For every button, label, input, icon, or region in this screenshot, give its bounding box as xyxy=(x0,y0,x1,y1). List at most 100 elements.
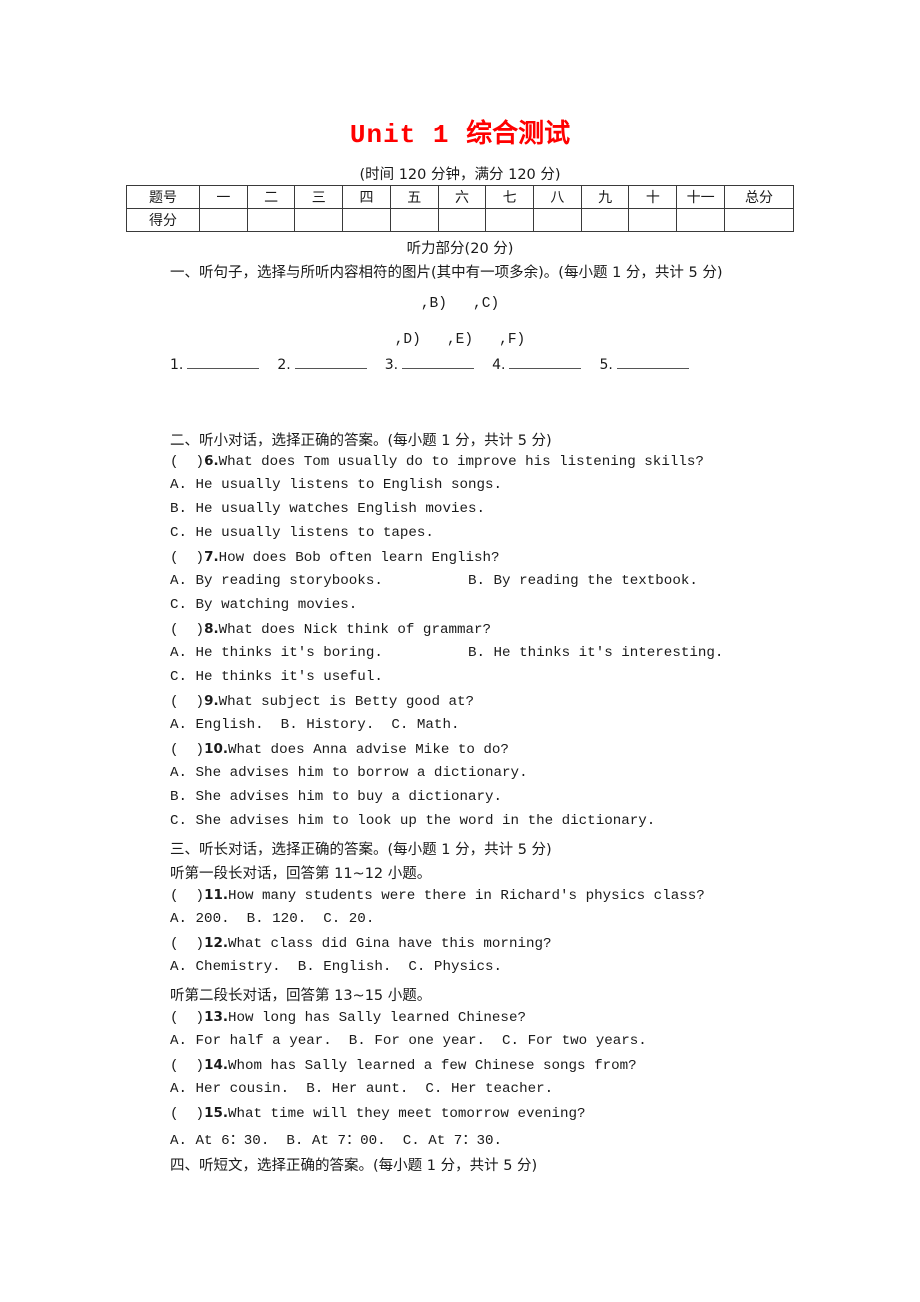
score-table-col-10: 十 xyxy=(628,185,678,209)
score-cell-9[interactable] xyxy=(580,208,630,232)
question-6-text: What does Tom usually do to improve his … xyxy=(218,454,704,470)
score-cell-7[interactable] xyxy=(485,208,535,232)
question-9-marker[interactable]: ( ) xyxy=(170,694,204,710)
question-9-stem: ( )9.What subject is Betty good at? xyxy=(170,693,474,710)
score-table-col-7: 七 xyxy=(485,185,535,209)
question-6-option-c[interactable]: C. He usually listens to tapes. xyxy=(170,525,434,541)
score-table-col-9: 九 xyxy=(580,185,630,209)
question-9-number: 9. xyxy=(204,693,219,709)
answer-blank-line-5[interactable] xyxy=(616,355,689,369)
score-table-row-label-2: 得分 xyxy=(126,208,200,232)
question-14-marker[interactable]: ( ) xyxy=(170,1058,204,1074)
question-8-option-c[interactable]: C. He thinks it's useful. xyxy=(170,669,383,685)
question-11-options[interactable]: A. 200. B. 120. C. 20. xyxy=(170,911,374,927)
question-15-text: What time will they meet tomorrow evenin… xyxy=(227,1106,586,1122)
question-10-text: What does Anna advise Mike to do? xyxy=(227,742,509,758)
question-12-text: What class did Gina have this morning? xyxy=(227,936,552,952)
question-15-stem: ( )15.What time will they meet tomorrow … xyxy=(170,1105,586,1122)
answer-blank-5[interactable]: 5. xyxy=(599,355,706,374)
question-8-option-ab[interactable]: A. He thinks it's boring. B. He thinks i… xyxy=(170,645,723,661)
page-title: Unit 1 综合测试 xyxy=(0,113,920,150)
score-cell-1[interactable] xyxy=(199,208,248,232)
question-11-marker[interactable]: ( ) xyxy=(170,888,204,904)
question-8-marker[interactable]: ( ) xyxy=(170,622,204,638)
question-7-number: 7. xyxy=(204,549,219,565)
answer-blank-line-2[interactable] xyxy=(294,355,367,369)
section-3-subheading-2: 听第二段长对话，回答第 13~15 小题。 xyxy=(170,988,432,1004)
question-13-marker[interactable]: ( ) xyxy=(170,1010,204,1026)
section-1-heading: 一、听句子，选择与所听内容相符的图片(其中有一项多余)。(每小题 1 分，共计 … xyxy=(170,265,723,281)
answer-blank-number-1: 1. xyxy=(170,357,184,373)
question-13-text: How long has Sally learned Chinese? xyxy=(227,1010,526,1026)
question-12-options[interactable]: A. Chemistry. B. English. C. Physics. xyxy=(170,959,502,975)
score-table-col-4: 四 xyxy=(342,185,391,209)
question-6-option-b[interactable]: B. He usually watches English movies. xyxy=(170,501,485,517)
question-7-option-c[interactable]: C. By watching movies. xyxy=(170,597,357,613)
score-table-col-1: 一 xyxy=(199,185,248,209)
section-3-subheading-1: 听第一段长对话，回答第 11~12 小题。 xyxy=(170,866,432,882)
section-2-heading: 二、听小对话，选择正确的答案。(每小题 1 分，共计 5 分) xyxy=(170,433,552,449)
score-cell-8[interactable] xyxy=(533,208,582,232)
question-10-option-a[interactable]: A. She advises him to borrow a dictionar… xyxy=(170,765,528,781)
question-7-stem: ( )7.How does Bob often learn English? xyxy=(170,549,500,566)
answer-blank-line-4[interactable] xyxy=(509,355,582,369)
question-9-text: What subject is Betty good at? xyxy=(218,694,475,710)
answer-blank-2[interactable]: 2. xyxy=(277,355,384,374)
page-title-en: Unit 1 xyxy=(349,120,450,150)
score-table: 题号 一 二 三 四 五 六 七 八 九 十 十一 总分 得分 xyxy=(126,185,794,232)
answer-blank-1[interactable]: 1. xyxy=(170,355,277,374)
question-11-number: 11. xyxy=(204,887,228,903)
answer-blank-4[interactable]: 4. xyxy=(492,355,599,374)
score-cell-5[interactable] xyxy=(389,208,439,232)
question-10-option-c[interactable]: C. She advises him to look up the word i… xyxy=(170,813,655,829)
score-cell-total[interactable] xyxy=(724,208,794,232)
question-7-option-ab[interactable]: A. By reading storybooks. B. By reading … xyxy=(170,573,698,589)
question-15-options[interactable]: A. At 6：30. B. At 7：00. C. At 7：30. xyxy=(170,1129,502,1149)
section-3-heading: 三、听长对话，选择正确的答案。(每小题 1 分，共计 5 分) xyxy=(170,842,552,858)
question-6-stem: ( )6.What does Tom usually do to improve… xyxy=(170,453,704,470)
exam-paper-page: Unit 1 综合测试 (时间 120 分钟，满分 120 分) 题号 一 二 … xyxy=(0,0,920,1302)
question-9-options[interactable]: A. English. B. History. C. Math. xyxy=(170,717,459,733)
question-11-text: How many students were there in Richard'… xyxy=(227,888,705,904)
question-7-marker[interactable]: ( ) xyxy=(170,550,204,566)
score-table-row-label: 题号 xyxy=(126,185,200,209)
question-14-options[interactable]: A. Her cousin. B. Her aunt. C. Her teach… xyxy=(170,1081,553,1097)
score-cell-10[interactable] xyxy=(628,208,678,232)
score-cell-11[interactable] xyxy=(676,208,725,232)
question-15-marker[interactable]: ( ) xyxy=(170,1106,204,1122)
question-13-stem: ( )13.How long has Sally learned Chinese… xyxy=(170,1009,526,1026)
table-row: 题号 一 二 三 四 五 六 七 八 九 十 十一 总分 xyxy=(126,185,794,209)
question-8-stem: ( )8.What does Nick think of grammar? xyxy=(170,621,491,638)
section-4-heading: 四、听短文，选择正确的答案。(每小题 1 分，共计 5 分) xyxy=(170,1158,538,1174)
question-13-options[interactable]: A. For half a year. B. For one year. C. … xyxy=(170,1033,647,1049)
question-8-text: What does Nick think of grammar? xyxy=(218,622,492,638)
table-row: 得分 xyxy=(126,208,794,232)
score-cell-6[interactable] xyxy=(437,208,487,232)
answer-blank-line-3[interactable] xyxy=(402,355,475,369)
question-11-stem: ( )11.How many students were there in Ri… xyxy=(170,887,705,904)
question-14-number: 14. xyxy=(204,1057,228,1073)
question-15-number: 15. xyxy=(204,1105,228,1121)
page-title-cn: 综合测试 xyxy=(466,119,571,149)
answer-blanks-row: 1. 2. 3. 4. 5. xyxy=(170,355,707,374)
answer-blank-number-3: 3. xyxy=(384,357,399,373)
question-14-stem: ( )14.Whom has Sally learned a few Chine… xyxy=(170,1057,637,1074)
question-10-stem: ( )10.What does Anna advise Mike to do? xyxy=(170,741,509,758)
question-7-text: How does Bob often learn English? xyxy=(218,550,500,566)
score-cell-2[interactable] xyxy=(246,208,296,232)
question-12-marker[interactable]: ( ) xyxy=(170,936,204,952)
picture-marks-row-2: ,D) ,E) ,F) xyxy=(394,332,526,348)
score-table-total-label: 总分 xyxy=(724,185,794,209)
question-10-option-b[interactable]: B. She advises him to buy a dictionary. xyxy=(170,789,502,805)
question-14-text: Whom has Sally learned a few Chinese son… xyxy=(227,1058,637,1074)
score-cell-4[interactable] xyxy=(342,208,391,232)
score-table-col-5: 五 xyxy=(389,185,439,209)
question-8-number: 8. xyxy=(204,621,219,637)
listening-part-heading: 听力部分(20 分) xyxy=(406,241,514,257)
question-10-marker[interactable]: ( ) xyxy=(170,742,204,758)
answer-blank-line-1[interactable] xyxy=(187,355,260,369)
question-6-option-a[interactable]: A. He usually listens to English songs. xyxy=(170,477,502,493)
score-cell-3[interactable] xyxy=(294,208,344,232)
question-6-marker[interactable]: ( ) xyxy=(170,454,204,470)
answer-blank-3[interactable]: 3. xyxy=(385,355,492,374)
